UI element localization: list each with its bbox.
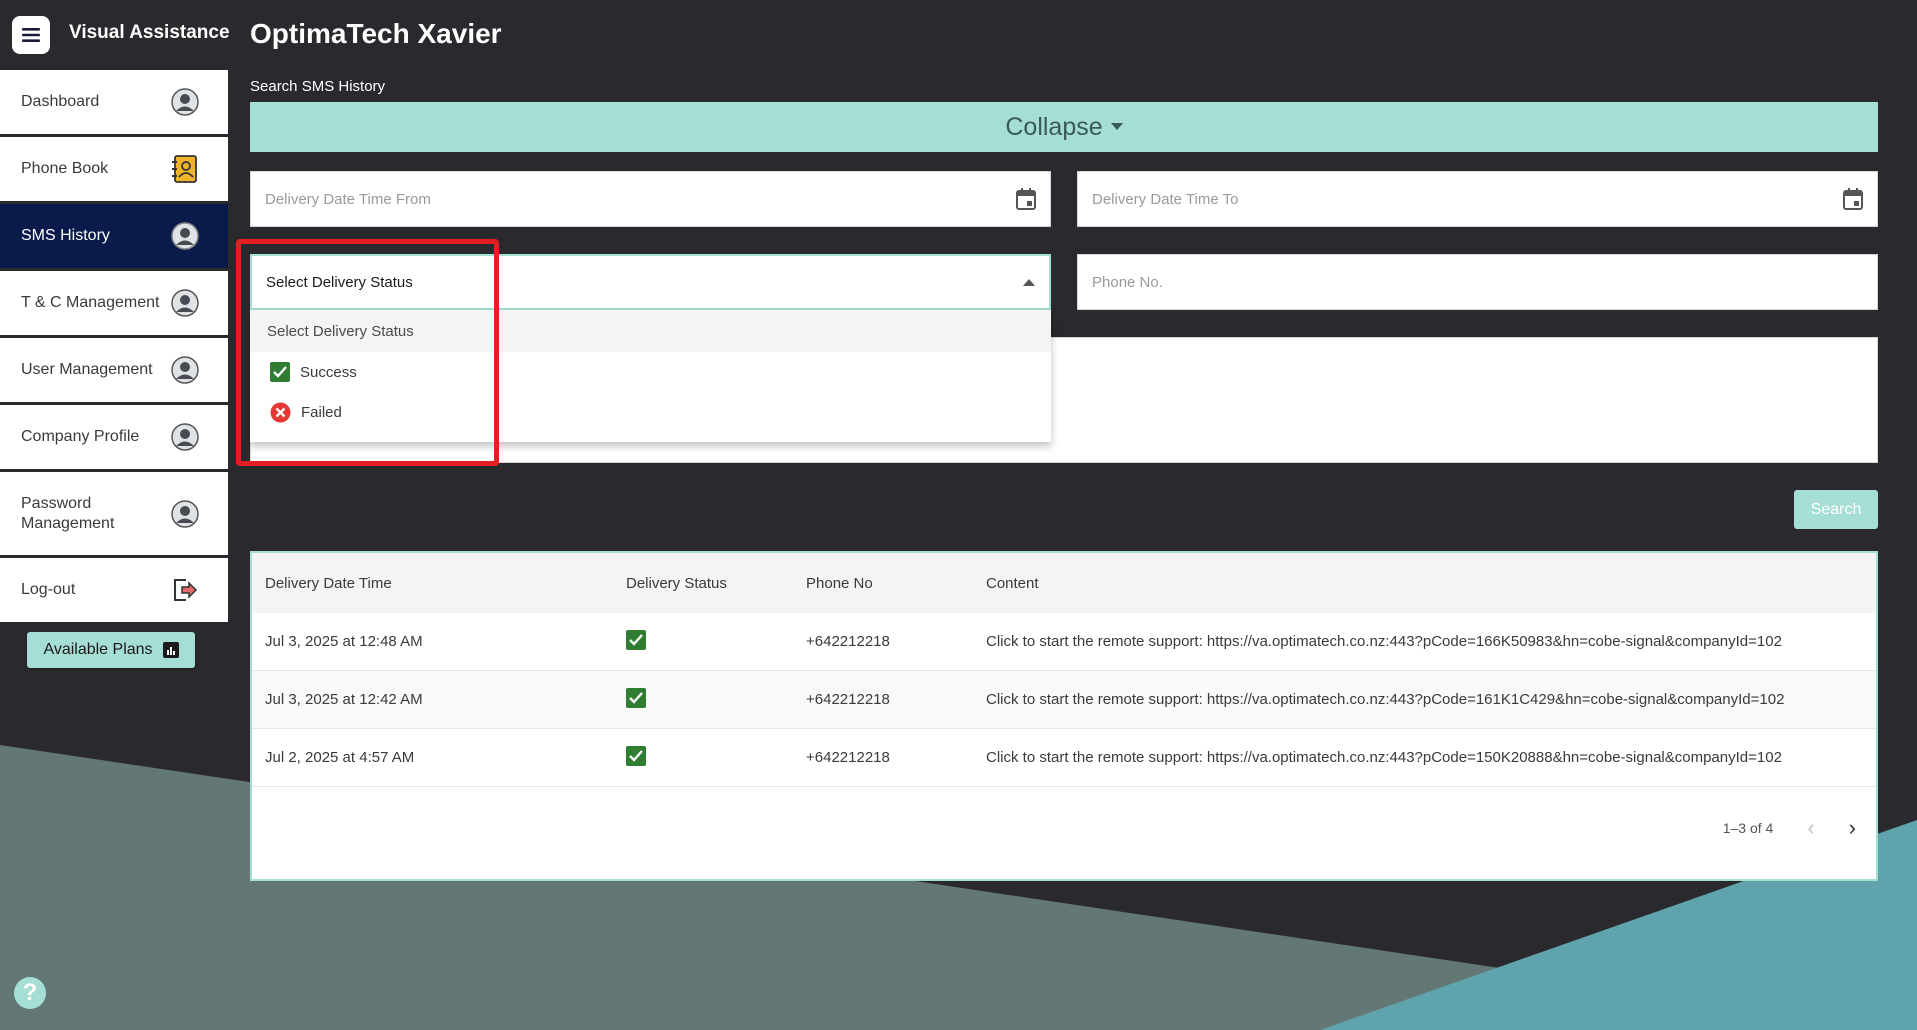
dropdown-option-label: Success [300,363,357,381]
sidebar-item-label: Log-out [21,581,76,598]
dropdown-option-label: Failed [301,403,342,421]
dropdown-option-success[interactable]: Success [250,352,1051,392]
table-row[interactable]: Jul 3, 2025 at 12:42 AM +642212218 Click… [252,671,1876,729]
cell-phone: +642212218 [806,633,890,650]
collapse-button[interactable]: Collapse [250,102,1878,152]
calendar-icon[interactable] [1016,188,1036,210]
delivery-date-to-placeholder: Delivery Date Time To [1092,190,1239,208]
sidebar-item-label: SMS History [21,227,110,244]
user-avatar-icon [170,355,200,385]
dropdown-option-placeholder[interactable]: Select Delivery Status [250,310,1051,352]
phone-number-field[interactable]: Phone No. [1077,254,1878,310]
cell-content: Click to start the remote support: https… [986,749,1782,766]
status-success-icon [626,745,646,770]
sidebar-item-label: Phone Book [21,160,109,177]
contact-book-icon [170,154,200,184]
user-avatar-icon [170,221,200,251]
cell-content: Click to start the remote support: https… [986,691,1785,708]
sidebar: Dashboard Phone Book SMS History T & C M… [0,70,228,668]
sidebar-item-label: User Management [21,361,153,378]
cell-content: Click to start the remote support: https… [986,633,1782,650]
delivery-status-select[interactable]: Select Delivery Status [250,254,1051,310]
column-header-content[interactable]: Content [986,575,1039,592]
dropdown-option-failed[interactable]: Failed [250,392,1051,432]
search-section-label: Search SMS History [250,78,386,95]
app-name: Visual Assistance [69,22,230,43]
menu-button[interactable] [12,16,50,54]
sidebar-item-label: T & C Management [21,294,160,311]
caret-down-icon [1110,123,1123,130]
delivery-date-to-field[interactable]: Delivery Date Time To [1077,171,1878,227]
sidebar-item-company-profile[interactable]: Company Profile [0,405,228,469]
status-success-icon [626,629,646,654]
cell-date: Jul 3, 2025 at 12:48 AM [265,633,423,650]
chevron-left-icon[interactable]: ‹ [1807,815,1814,841]
logout-icon [170,575,200,605]
collapse-label: Collapse [1005,112,1103,141]
sidebar-item-phone-book[interactable]: Phone Book [0,137,228,201]
table-row[interactable]: Jul 2, 2025 at 4:57 AM +642212218 Click … [252,729,1876,787]
help-icon[interactable]: ? [14,977,46,1009]
sidebar-item-sms-history[interactable]: SMS History [0,204,228,268]
pagination: 1–3 of 4 ‹ › [1723,815,1856,841]
column-header-date[interactable]: Delivery Date Time [265,575,392,592]
delivery-status-dropdown: Select Delivery Status Success Failed [250,310,1051,442]
sidebar-item-label: Dashboard [21,93,100,110]
table-header-row: Delivery Date Time Delivery Status Phone… [252,553,1876,613]
error-circle-icon [270,402,291,422]
search-button[interactable]: Search [1794,490,1878,529]
sidebar-item-label: Password Management [21,494,115,532]
sidebar-item-password-management[interactable]: Password Management [0,472,228,555]
cell-date: Jul 2, 2025 at 4:57 AM [265,749,415,766]
available-plans-button[interactable]: Available Plans [27,632,195,668]
delivery-status-value: Select Delivery Status [266,273,413,291]
column-header-status[interactable]: Delivery Status [626,575,727,592]
sidebar-item-tc-management[interactable]: T & C Management [0,271,228,335]
delivery-date-from-field[interactable]: Delivery Date Time From [250,171,1051,227]
dropdown-header-label: Select Delivery Status [267,322,414,340]
chart-icon [162,642,179,658]
pagination-range: 1–3 of 4 [1722,820,1774,836]
caret-up-icon [1023,278,1035,286]
user-avatar-icon [170,499,200,529]
table-row[interactable]: Jul 3, 2025 at 12:48 AM +642212218 Click… [252,613,1876,671]
user-avatar-icon [170,288,200,318]
cell-phone: +642212218 [806,749,890,766]
cell-phone: +642212218 [806,691,890,708]
column-header-phone[interactable]: Phone No [806,575,873,592]
user-avatar-icon [170,422,200,452]
page-title: OptimaTech Xavier [250,18,502,49]
user-avatar-icon [170,87,200,117]
search-button-label: Search [1810,500,1862,518]
chevron-right-icon[interactable]: › [1849,815,1856,841]
calendar-icon[interactable] [1843,188,1863,210]
sms-history-table: Delivery Date Time Delivery Status Phone… [250,551,1878,881]
hamburger-icon [22,28,40,42]
sidebar-item-label: Company Profile [21,428,140,445]
checkbox-checked-icon [270,362,290,382]
sidebar-item-user-management[interactable]: User Management [0,338,228,402]
sidebar-item-dashboard[interactable]: Dashboard [0,70,228,134]
available-plans-label: Available Plans [43,641,153,658]
status-success-icon [626,687,646,712]
sidebar-item-logout[interactable]: Log-out [0,558,228,622]
delivery-date-from-placeholder: Delivery Date Time From [265,190,431,208]
cell-date: Jul 3, 2025 at 12:42 AM [265,691,423,708]
phone-number-placeholder: Phone No. [1092,273,1163,291]
